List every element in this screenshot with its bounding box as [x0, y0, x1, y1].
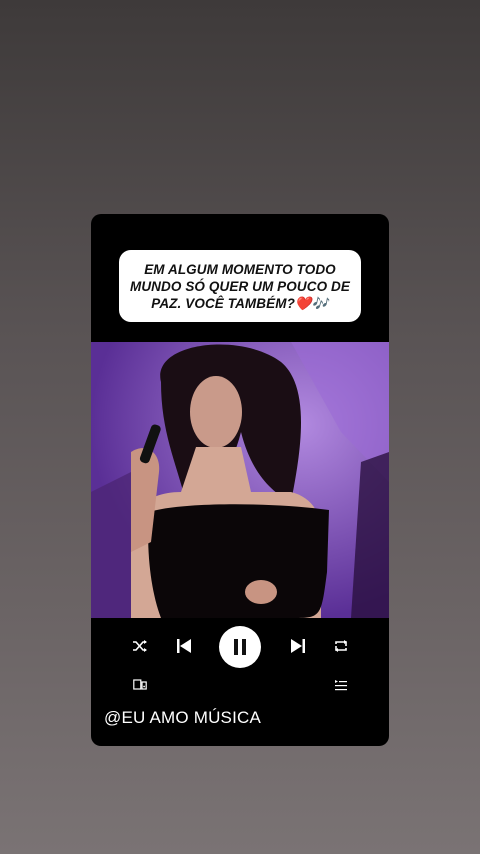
next-button[interactable] — [287, 618, 309, 674]
connect-devices-icon — [133, 679, 147, 690]
previous-button[interactable] — [173, 618, 195, 674]
video-frame[interactable] — [91, 342, 389, 618]
shuffle-icon — [133, 640, 147, 652]
shuffle-button[interactable] — [129, 618, 151, 674]
queue-button[interactable] — [335, 676, 347, 694]
singer-image — [91, 342, 389, 618]
repeat-button[interactable] — [330, 618, 352, 674]
account-handle: @EU AMO MÚSICA — [104, 708, 262, 727]
connect-devices-button[interactable] — [133, 676, 147, 694]
skip-next-icon — [291, 639, 305, 653]
player-controls — [91, 618, 389, 682]
pause-icon — [234, 639, 246, 655]
repeat-icon — [335, 640, 347, 652]
music-card: EM ALGUM MOMENTO TODO MUNDO SÓ QUER UM P… — [91, 214, 389, 746]
pause-button[interactable] — [219, 626, 261, 668]
queue-icon — [335, 680, 347, 691]
skip-previous-icon — [177, 639, 191, 653]
caption-bubble: EM ALGUM MOMENTO TODO MUNDO SÓ QUER UM P… — [119, 250, 361, 322]
caption-text: EM ALGUM MOMENTO TODO MUNDO SÓ QUER UM P… — [129, 261, 350, 311]
